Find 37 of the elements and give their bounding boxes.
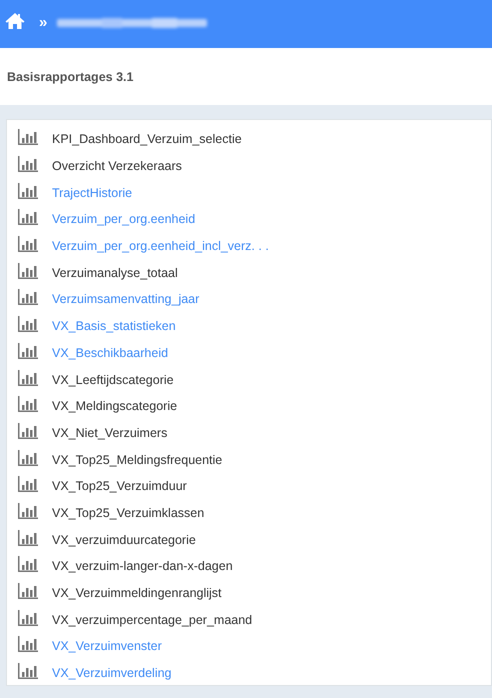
bar-chart-icon: [18, 316, 38, 332]
report-link[interactable]: VX_verzuimpercentage_per_maand: [52, 612, 252, 627]
report-link[interactable]: KPI_Dashboard_Verzuim_selectie: [52, 132, 242, 146]
bar-chart-icon: [18, 396, 38, 412]
bar-chart-icon: [18, 342, 38, 359]
report-link[interactable]: VX_Verzuimmeldingenranglijst: [52, 586, 222, 600]
breadcrumb-separator: »: [39, 14, 48, 31]
bar-chart-icon: [18, 450, 38, 466]
page-title: Basisrapportages 3.1: [7, 70, 134, 84]
report-link[interactable]: VX_Meldingscategorie: [52, 399, 178, 414]
report-link[interactable]: VX_Top25_Verzuimklassen: [52, 506, 204, 520]
bar-chart-icon: [18, 422, 38, 439]
bar-chart-icon: [18, 636, 38, 652]
report-link[interactable]: VX_verzuimduurcategorie: [52, 532, 196, 547]
report-link[interactable]: VX_Top25_Meldingsfrequentie: [52, 452, 222, 467]
report-link[interactable]: VX_Leeftijdscategorie: [52, 372, 174, 387]
bar-chart-icon: [18, 476, 38, 492]
report-link[interactable]: VX_Top25_Verzuimduur: [52, 479, 187, 494]
bar-chart-icon: [18, 236, 38, 252]
home-icon[interactable]: [5, 12, 25, 30]
bar-chart-icon: [18, 156, 38, 172]
bar-chart-icon: [18, 209, 38, 226]
bar-chart-icon: [18, 556, 38, 572]
report-link[interactable]: Overzicht Verzekeraars: [52, 159, 182, 174]
bar-chart-icon: [18, 129, 38, 146]
report-link[interactable]: VX_verzuim-langer-dan-x-dagen: [52, 559, 233, 574]
bar-chart-icon: [18, 370, 38, 386]
bar-chart-icon: [18, 289, 38, 306]
bar-chart-icon: [18, 530, 38, 546]
bar-chart-icon: [18, 610, 38, 626]
report-link[interactable]: VX_Niet_Verzuimers: [52, 426, 168, 440]
bar-chart-icon: [18, 663, 38, 680]
bar-chart-icon: [18, 262, 38, 279]
bar-chart-icon: [18, 583, 38, 600]
bar-chart-icon: [18, 182, 38, 199]
bar-chart-icon: [18, 502, 38, 519]
report-link[interactable]: Verzuimanalyse_totaal: [52, 266, 178, 280]
